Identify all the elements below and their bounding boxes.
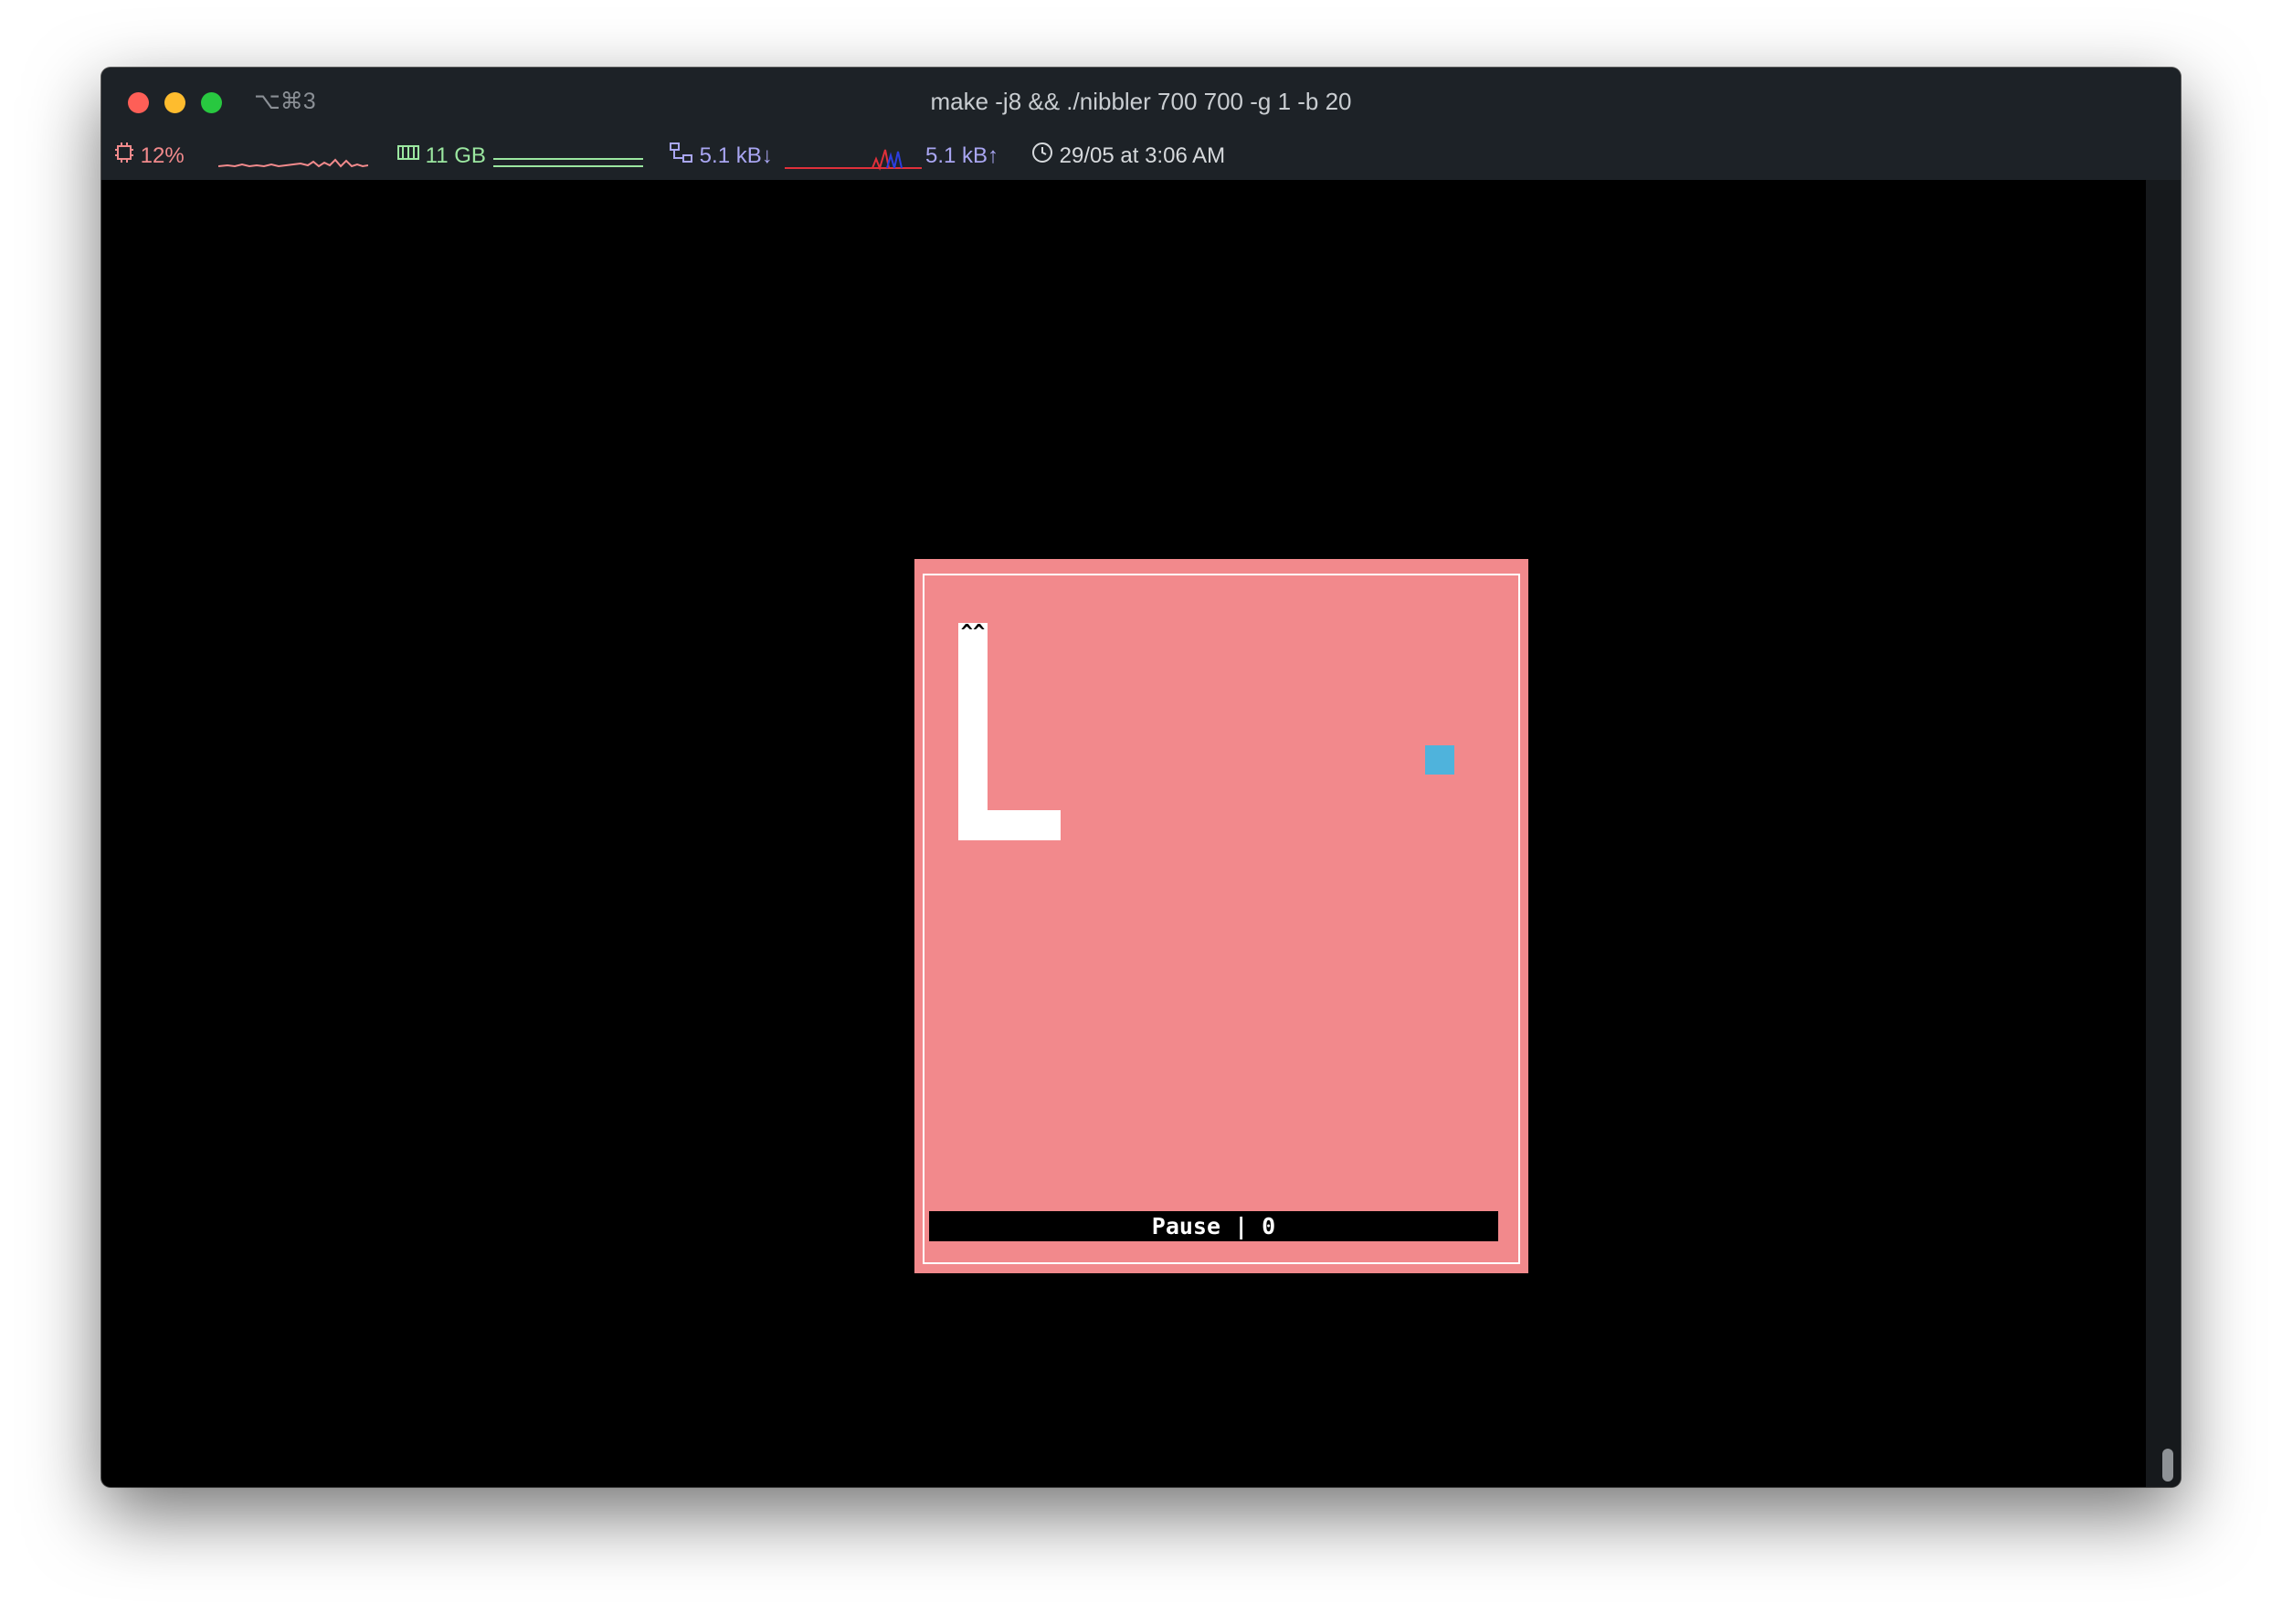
memory-value: 11 GB xyxy=(425,143,486,168)
cpu-status: 12% xyxy=(114,141,185,172)
snake-head: ^^ xyxy=(960,621,986,644)
clock-status: 29/05 at 3:06 AM xyxy=(1031,141,1225,172)
title-bar[interactable]: ⌥⌘3 make -j8 && ./nibbler 700 700 -g 1 -… xyxy=(101,68,2181,180)
network-up-value: 5.1 kB↑ xyxy=(925,143,999,168)
network-sparkline xyxy=(785,149,922,172)
memory-status: 11 GB xyxy=(397,141,486,172)
scrollbar-thumb[interactable] xyxy=(2162,1449,2173,1482)
game-board-border xyxy=(923,574,1520,1264)
scrollbar[interactable] xyxy=(2146,180,2181,1487)
network-down-status: 5.1 kB↓ xyxy=(670,141,773,172)
snake-body-horizontal xyxy=(958,810,1061,840)
cpu-value: 12% xyxy=(140,143,185,168)
network-icon xyxy=(670,142,693,173)
network-down-value: 5.1 kB↓ xyxy=(699,143,773,168)
status-bar: 12% 11 GB 5.1 kB↓ 5.1 kB↑ 29/05 at 3:06 … xyxy=(114,141,1393,174)
food-block xyxy=(1425,745,1454,775)
snake-body-vertical xyxy=(958,623,988,840)
clock-icon xyxy=(1031,142,1053,173)
clock-value: 29/05 at 3:06 AM xyxy=(1059,143,1226,168)
cpu-sparkline xyxy=(218,158,368,168)
game-status-bar: Pause | 0 xyxy=(929,1211,1498,1241)
cpu-icon xyxy=(114,142,134,173)
window-title: make -j8 && ./nibbler 700 700 -g 1 -b 20 xyxy=(930,88,1352,115)
nibbler-game-window[interactable]: ^^ Pause | 0 xyxy=(914,559,1528,1273)
terminal-window: ⌥⌘3 make -j8 && ./nibbler 700 700 -g 1 -… xyxy=(101,68,2181,1487)
memory-sparkline xyxy=(493,158,643,167)
network-up-status: 5.1 kB↑ xyxy=(925,141,998,172)
memory-icon xyxy=(397,142,419,173)
